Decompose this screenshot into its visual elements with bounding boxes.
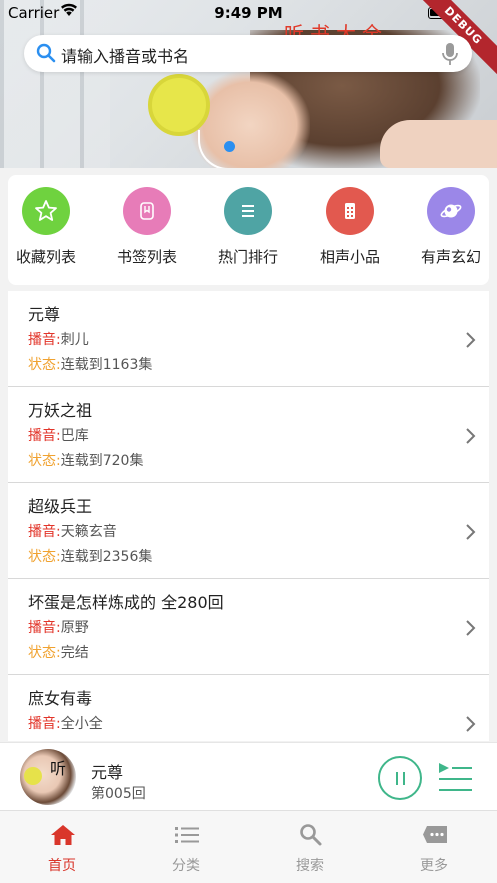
tab-categories[interactable]: 分类 <box>124 811 248 883</box>
list-item[interactable]: 坏蛋是怎样炼成的 全280回 播音:原野 状态:完结 <box>8 579 489 675</box>
tab-more[interactable]: 更多 <box>372 811 496 883</box>
search-icon <box>300 824 322 846</box>
status-bar: Carrier 9:49 PM <box>0 0 497 26</box>
book-state: 状态:连载到2356集 <box>28 546 152 566</box>
microphone-icon[interactable] <box>442 42 458 66</box>
favorites-circle <box>22 187 70 235</box>
quick-action-bookmarks[interactable]: 书签列表 <box>107 187 187 267</box>
book-title: 庶女有毒 <box>28 689 93 708</box>
host-key: 播音: <box>28 332 61 348</box>
book-title: 超级兵王 <box>28 497 93 516</box>
chevron-right-icon <box>466 524 476 540</box>
host-value: 天籁玄音 <box>60 524 117 540</box>
carousel-indicator-dot[interactable] <box>224 141 235 152</box>
quick-action-crosstalk[interactable]: 相声小品 <box>310 187 390 267</box>
home-icon <box>51 825 75 845</box>
tab-search[interactable]: 搜索 <box>248 811 372 883</box>
chevron-right-icon <box>466 716 476 732</box>
chevron-right-icon <box>466 620 476 636</box>
list-icon <box>242 205 254 217</box>
book-title: 万妖之祖 <box>28 401 93 420</box>
player-title: 元尊 <box>91 763 124 782</box>
planet-icon <box>440 204 462 218</box>
host-key: 播音: <box>28 524 61 540</box>
chevron-right-icon <box>466 332 476 348</box>
tab-home[interactable]: 首页 <box>0 811 124 883</box>
state-key: 状态: <box>28 357 61 373</box>
tab-label: 搜索 <box>296 858 324 874</box>
quick-action-favorites[interactable]: 收藏列表 <box>6 187 86 267</box>
state-key: 状态: <box>28 645 61 661</box>
state-value: 连载到1163集 <box>60 357 153 373</box>
bookmarks-circle <box>123 187 171 235</box>
host-key: 播音: <box>28 428 61 444</box>
crosstalk-circle <box>326 187 374 235</box>
search-input[interactable]: 请输入播音或书名 <box>61 43 189 67</box>
quick-action-label: 书签列表 <box>116 248 177 266</box>
book-state: 状态:连载到1163集 <box>28 354 152 374</box>
cover-headphone <box>24 767 42 785</box>
host-value: 全小全 <box>60 716 103 732</box>
state-key: 状态: <box>28 453 61 469</box>
quick-actions-panel: 收藏列表 书签列表 热门排行 相声小品 有声玄幻 <box>8 175 489 285</box>
list-item[interactable]: 超级兵王 播音:天籁玄音 状态:连载到2356集 <box>8 483 489 579</box>
mini-player[interactable]: 听 元尊 第005回 <box>0 742 497 810</box>
playlist-icon[interactable] <box>436 759 474 795</box>
quick-action-label: 相声小品 <box>319 248 380 266</box>
book-host: 播音:巴库 <box>28 425 89 445</box>
host-key: 播音: <box>28 620 61 636</box>
player-episode: 第005回 <box>91 786 146 802</box>
tab-label: 分类 <box>172 858 200 874</box>
host-key: 播音: <box>28 716 61 732</box>
tab-label: 更多 <box>420 858 448 874</box>
book-host: 播音:天籁玄音 <box>28 521 117 541</box>
book-state: 状态:完结 <box>28 642 89 662</box>
status-time: 9:49 PM <box>214 4 283 22</box>
list-item[interactable]: 庶女有毒 播音:全小全 <box>8 675 489 741</box>
list-item[interactable]: 元尊 播音:刺儿 状态:连载到1163集 <box>8 291 489 387</box>
star-icon <box>35 200 57 221</box>
search-bar[interactable]: 请输入播音或书名 <box>24 35 472 72</box>
book-state: 状态:连载到720集 <box>28 450 143 470</box>
banner-arm <box>380 120 497 168</box>
search-icon <box>36 43 56 63</box>
more-icon <box>423 826 447 843</box>
cover-character: 听 <box>50 759 67 778</box>
player-cover-image: 听 <box>20 749 76 805</box>
document-icon <box>345 203 355 219</box>
host-value: 刺儿 <box>60 332 89 348</box>
host-value: 巴库 <box>60 428 89 444</box>
list-item[interactable]: 万妖之祖 播音:巴库 状态:连载到720集 <box>8 387 489 483</box>
book-host: 播音:刺儿 <box>28 329 89 349</box>
tab-label: 首页 <box>48 858 76 874</box>
pause-button[interactable] <box>378 756 422 800</box>
fantasy-circle <box>427 187 475 235</box>
host-value: 原野 <box>60 620 89 636</box>
state-value: 完结 <box>60 645 89 661</box>
bookmark-icon <box>140 202 154 220</box>
book-host: 播音:全小全 <box>28 713 103 733</box>
book-host: 播音:原野 <box>28 617 89 637</box>
quick-action-label: 热门排行 <box>217 248 278 266</box>
quick-action-label: 有声玄幻 <box>420 248 481 266</box>
book-title: 元尊 <box>28 305 61 324</box>
ranking-circle <box>224 187 272 235</box>
state-value: 连载到720集 <box>60 453 144 469</box>
quick-action-fantasy[interactable]: 有声玄幻 <box>411 187 491 267</box>
quick-action-label: 收藏列表 <box>15 248 76 266</box>
list-icon <box>175 827 199 843</box>
banner-headphone <box>148 74 210 136</box>
bottom-tab-bar: 首页 分类 搜索 更多 <box>0 810 497 883</box>
chevron-right-icon <box>466 428 476 444</box>
book-title: 坏蛋是怎样炼成的 全280回 <box>28 593 224 612</box>
book-list: 元尊 播音:刺儿 状态:连载到1163集 万妖之祖 播音:巴库 状态:连载到72… <box>8 291 489 741</box>
quick-action-ranking[interactable]: 热门排行 <box>208 187 288 267</box>
state-key: 状态: <box>28 549 61 565</box>
state-value: 连载到2356集 <box>60 549 153 565</box>
